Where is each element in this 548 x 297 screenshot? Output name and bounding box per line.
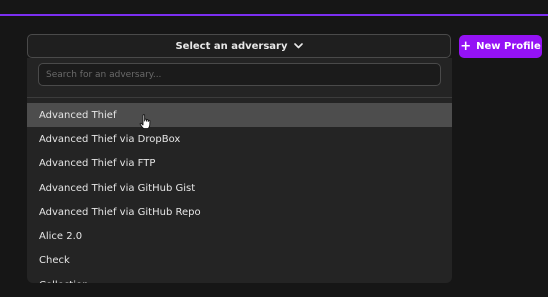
plus-icon: + <box>460 38 472 54</box>
adversary-option-list: Advanced Thief Advanced Thief via DropBox… <box>27 103 452 283</box>
dropdown-divider <box>27 97 452 98</box>
adversary-option-label: Collection <box>39 280 88 283</box>
adversary-select-label: Select an adversary <box>175 40 288 52</box>
adversary-dropdown: Advanced Thief Advanced Thief via DropBox… <box>27 58 452 283</box>
adversary-option[interactable]: Alice 2.0 <box>27 224 452 248</box>
adversary-option[interactable]: Check <box>27 249 452 273</box>
adversary-option[interactable]: Collection <box>27 273 452 283</box>
top-accent-bar <box>0 14 548 16</box>
page: Select an adversary + New Profile Advanc… <box>0 0 548 297</box>
adversary-option[interactable]: Advanced Thief <box>27 103 452 128</box>
adversary-option-label: Advanced Thief <box>39 109 117 121</box>
chevron-down-icon <box>293 42 303 49</box>
adversary-option-label: Advanced Thief via GitHub Repo <box>39 206 201 218</box>
adversary-option[interactable]: Advanced Thief via FTP <box>27 152 452 176</box>
adversary-option-label: Alice 2.0 <box>39 231 83 243</box>
new-profile-button[interactable]: + New Profile <box>459 35 542 58</box>
adversary-option-label: Advanced Thief via DropBox <box>39 133 181 145</box>
adversary-option[interactable]: Advanced Thief via GitHub Repo <box>27 200 452 224</box>
adversary-option[interactable]: Advanced Thief via DropBox <box>27 127 452 151</box>
adversary-select[interactable]: Select an adversary <box>27 34 451 58</box>
adversary-option-label: Check <box>39 255 70 267</box>
adversary-option[interactable]: Advanced Thief via GitHub Gist <box>27 176 452 200</box>
adversary-option-label: Advanced Thief via FTP <box>39 158 156 170</box>
adversary-option-label: Advanced Thief via GitHub Gist <box>39 182 196 194</box>
adversary-search-input[interactable] <box>38 63 441 86</box>
new-profile-label: New Profile <box>476 41 541 52</box>
